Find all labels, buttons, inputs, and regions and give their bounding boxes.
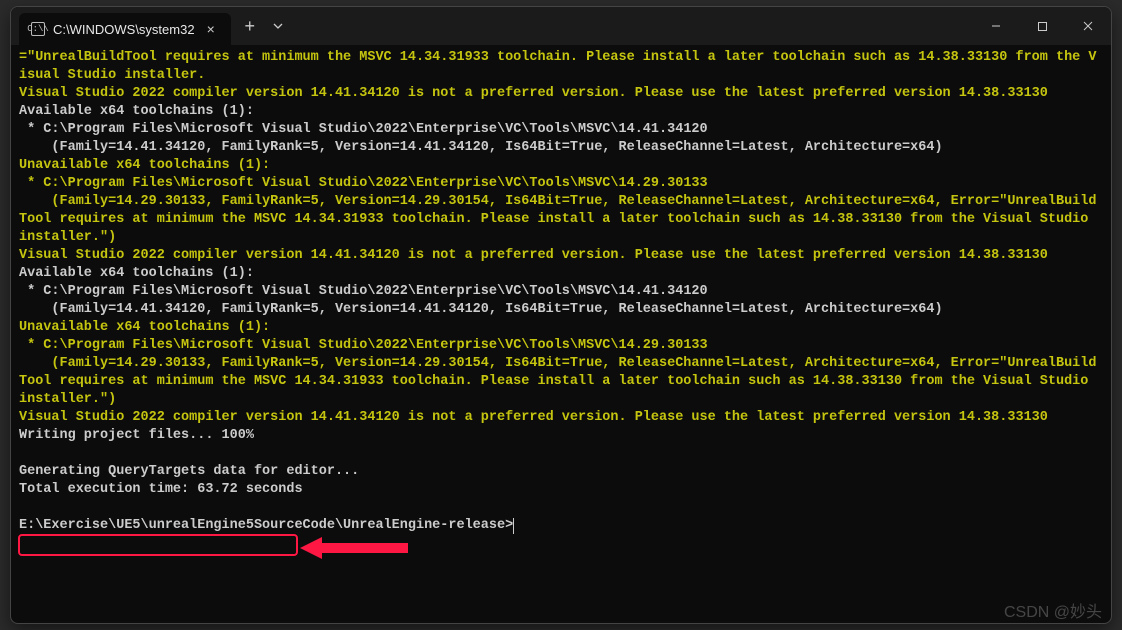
close-button[interactable] [1065, 7, 1111, 45]
terminal-line: (Family=14.29.30133, FamilyRank=5, Versi… [19, 193, 1101, 247]
minimize-button[interactable] [973, 7, 1019, 45]
terminal-line: Unavailable x64 toolchains (1): [19, 319, 1101, 337]
tab-active[interactable]: C:\\ C:\WINDOWS\system32 × [19, 13, 231, 45]
close-icon [1082, 20, 1094, 32]
terminal-line: (Family=14.41.34120, FamilyRank=5, Versi… [19, 139, 1101, 157]
terminal-output[interactable]: ="UnrealBuildTool requires at minimum th… [11, 45, 1111, 541]
terminal-line: * C:\Program Files\Microsoft Visual Stud… [19, 121, 1101, 139]
terminal-line: Visual Studio 2022 compiler version 14.4… [19, 85, 1101, 103]
maximize-icon [1037, 21, 1048, 32]
tab-close-button[interactable]: × [203, 20, 219, 38]
terminal-line: * C:\Program Files\Microsoft Visual Stud… [19, 337, 1101, 355]
terminal-line: Available x64 toolchains (1): [19, 103, 1101, 121]
prompt-text: E:\Exercise\UE5\unrealEngine5SourceCode\… [19, 517, 513, 535]
window-controls [973, 7, 1111, 45]
terminal-line: ="UnrealBuildTool requires at minimum th… [19, 49, 1101, 85]
terminal-line [19, 499, 1101, 517]
cursor [513, 518, 514, 534]
tab-title: C:\WINDOWS\system32 [53, 22, 195, 37]
new-tab-button[interactable]: + [235, 11, 265, 41]
terminal-prompt[interactable]: E:\Exercise\UE5\unrealEngine5SourceCode\… [19, 517, 1101, 535]
terminal-line: (Family=14.29.30133, FamilyRank=5, Versi… [19, 355, 1101, 409]
terminal-line: Writing project files... 100% [19, 427, 1101, 445]
terminal-line: * C:\Program Files\Microsoft Visual Stud… [19, 283, 1101, 301]
terminal-line: Available x64 toolchains (1): [19, 265, 1101, 283]
maximize-button[interactable] [1019, 7, 1065, 45]
terminal-line: Unavailable x64 toolchains (1): [19, 157, 1101, 175]
terminal-line: Visual Studio 2022 compiler version 14.4… [19, 247, 1101, 265]
cmd-icon: C:\\ [31, 22, 45, 36]
terminal-line: Generating QueryTargets data for editor.… [19, 463, 1101, 481]
titlebar[interactable]: C:\\ C:\WINDOWS\system32 × + [11, 7, 1111, 45]
terminal-line: (Family=14.41.34120, FamilyRank=5, Versi… [19, 301, 1101, 319]
chevron-down-icon [272, 20, 284, 32]
terminal-line: * C:\Program Files\Microsoft Visual Stud… [19, 175, 1101, 193]
terminal-line [19, 445, 1101, 463]
minimize-icon [990, 20, 1002, 32]
terminal-line: Total execution time: 63.72 seconds [19, 481, 1101, 499]
terminal-window: C:\\ C:\WINDOWS\system32 × + ="UnrealBui… [10, 6, 1112, 624]
tab-dropdown-button[interactable] [265, 11, 291, 41]
terminal-line: Visual Studio 2022 compiler version 14.4… [19, 409, 1101, 427]
